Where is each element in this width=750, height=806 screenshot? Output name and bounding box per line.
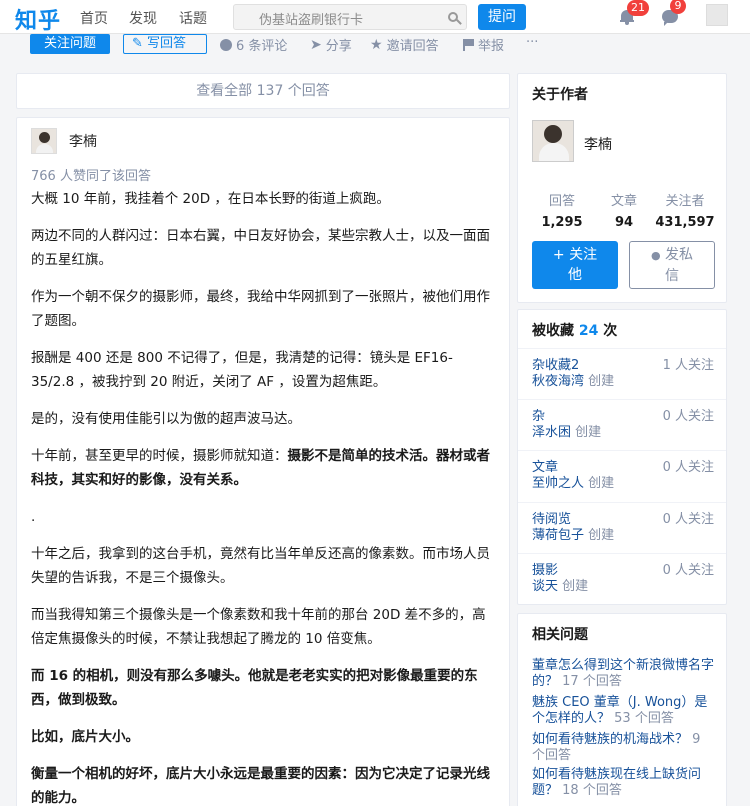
answer-paragraph: 是的，没有使用佳能引以为傲的超声波马达。	[31, 411, 301, 427]
collection-item[interactable]: 杂收藏2 秋夜海湾 创建 1 人关注	[518, 348, 726, 399]
ask-button[interactable]: 提问	[478, 4, 526, 30]
notification-bell-icon[interactable]: 21	[620, 0, 649, 25]
nav-home[interactable]: 首页	[80, 8, 108, 28]
report-label: 举报	[478, 39, 505, 54]
related-question[interactable]: 董章怎么得到这个新浪微博名字的？ 17 个回答	[532, 658, 716, 690]
author-avatar[interactable]	[31, 128, 57, 154]
chat-icon: ●	[650, 249, 661, 262]
share-icon: ➤	[310, 36, 322, 53]
write-answer-label: 写回答	[147, 36, 187, 51]
follow-label-2: 他	[568, 267, 582, 283]
answer-paragraph: 而 16 的相机，则没有那么多噱头。他就是老老实实的把对影像最重要的东西，做到极…	[31, 668, 478, 708]
collection-creator[interactable]: 至帅之人	[532, 476, 584, 491]
follow-question-button[interactable]: 关注问题	[30, 34, 110, 54]
collection-followers: 0 人关注	[662, 563, 714, 578]
message-icon[interactable]: 9	[662, 0, 686, 26]
answer-paragraph: 大概 10 年前，我挂着个 20D ，在日本长野的街道上疯跑。	[31, 191, 390, 207]
send-message-button[interactable]: ● 发私 信	[629, 241, 715, 289]
share-label: 分享	[325, 39, 352, 54]
collection-item[interactable]: 待阅览 薄荷包子 创建 0 人关注	[518, 502, 726, 553]
related-question[interactable]: 如何看待魅族的机海战术？ 9 个回答	[532, 732, 716, 764]
related-questions-heading: 相关问题	[532, 627, 588, 643]
more-button[interactable]: ···	[526, 35, 538, 50]
about-author-card: 关于作者 李楠 回答 1,295 文章 94 关注者 431,597 + 关注 …	[517, 73, 727, 303]
related-question[interactable]: 如何看待魅族现在线上缺货问题？ 18 个回答	[532, 767, 716, 799]
stat-label: 回答	[548, 194, 575, 209]
zhihu-logo[interactable]: 知乎	[15, 3, 61, 35]
stat-value: 94	[614, 215, 634, 230]
answer-body: 大概 10 年前，我挂着个 20D ，在日本长野的街道上疯跑。 两边不同的人群闪…	[31, 187, 493, 806]
flag-icon	[463, 38, 474, 51]
stat-followers[interactable]: 关注者 431,597	[655, 190, 715, 230]
search-input[interactable]: 伪基站盗刷银行卡	[233, 4, 467, 30]
comment-icon	[220, 38, 232, 51]
answer-count: 18 个回答	[562, 783, 622, 798]
report-button[interactable]: 举报	[463, 35, 504, 54]
answer-paragraph: .	[31, 509, 36, 525]
nav-topics[interactable]: 话题	[179, 8, 207, 28]
answer-paragraph: 十年前，甚至更早的时候，摄影师就知道：摄影不是简单的技术活。器材或者科技，其实和…	[31, 444, 493, 492]
follow-author-button[interactable]: + 关注 他	[532, 241, 618, 289]
author-name-sidebar[interactable]: 李楠	[584, 134, 612, 154]
pencil-icon: ✎	[132, 36, 143, 51]
notification-badge: 21	[627, 0, 649, 16]
user-avatar[interactable]	[706, 4, 728, 26]
answer-paragraph: 报酬是 400 还是 800 不记得了，但是，我清楚的记得：镜头是 EF16-3…	[31, 350, 453, 390]
follow-label: + 关注	[552, 247, 598, 263]
collection-item[interactable]: 杂 泽水困 创建 0 人关注	[518, 399, 726, 450]
collection-creator[interactable]: 薄荷包子	[532, 528, 584, 543]
search-icon[interactable]	[448, 12, 458, 22]
message-label: ● 发私	[650, 247, 694, 263]
collection-followers: 0 人关注	[662, 460, 714, 475]
answer-count: 17 个回答	[562, 674, 622, 689]
stat-articles[interactable]: 文章 94	[594, 190, 654, 230]
invite-label: 邀请回答	[386, 39, 439, 54]
answer-count: 53 个回答	[614, 711, 674, 726]
collection-count: 24	[578, 323, 599, 339]
answer-text: 十年前，甚至更早的时候，摄影师就知道：	[31, 448, 288, 464]
stat-label: 文章	[610, 194, 637, 209]
author-name[interactable]: 李楠	[69, 131, 97, 151]
collection-creator[interactable]: 秋夜海湾	[532, 374, 584, 389]
related-questions-card: 相关问题 董章怎么得到这个新浪微博名字的？ 17 个回答 魅族 CEO 董章（J…	[517, 613, 727, 806]
collections-card: 被收藏 24 次 杂收藏2 秋夜海湾 创建 1 人关注 杂 泽水困 创建 0 人…	[517, 309, 727, 605]
share-button[interactable]: ➤ 分享	[310, 35, 352, 55]
answer-paragraph: 而当我得知第三个摄像头是一个像素数和我十年前的那台 20D 差不多的，高倍定焦摄…	[31, 607, 486, 647]
message-label-2: 信	[665, 268, 679, 284]
answer-card: 李楠 766 人赞同了该回答 大概 10 年前，我挂着个 20D ，在日本长野的…	[16, 117, 510, 806]
about-author-heading: 关于作者	[532, 87, 588, 103]
message-badge: 9	[670, 0, 686, 14]
comments-button[interactable]: 6 条评论	[220, 35, 287, 54]
invite-answer-button[interactable]: ★ 邀请回答	[370, 35, 439, 55]
stat-value: 1,295	[541, 215, 583, 230]
answer-paragraph: 十年之后，我拿到的这台手机，竟然有比当年单反还高的像素数。而市场人员失望的告诉我…	[31, 546, 490, 586]
nav-explore[interactable]: 发现	[129, 8, 157, 28]
collection-creator[interactable]: 泽水困	[532, 425, 571, 440]
collections-heading: 被收藏 24 次	[532, 323, 618, 339]
related-question[interactable]: 魅族 CEO 董章（J. Wong）是个怎样的人？ 53 个回答	[532, 695, 716, 727]
stat-answers[interactable]: 回答 1,295	[532, 190, 592, 230]
stat-label: 关注者	[665, 194, 705, 209]
write-answer-button[interactable]: ✎ 写回答	[123, 34, 207, 54]
search-placeholder: 伪基站盗刷银行卡	[259, 13, 364, 28]
view-all-answers-link[interactable]: 查看全部 137 个回答	[16, 73, 510, 109]
collection-creator[interactable]: 谈天	[532, 579, 558, 594]
author-avatar-large[interactable]	[532, 120, 574, 162]
question-action-bar: 关注问题 ✎ 写回答 6 条评论 ➤ 分享 ★ 邀请回答 举报 ···	[0, 34, 750, 56]
collection-item[interactable]: 文章 至帅之人 创建 0 人关注	[518, 450, 726, 501]
top-navigation: 知乎 首页 发现 话题 伪基站盗刷银行卡 提问 21 9	[0, 0, 750, 34]
stat-value: 431,597	[655, 215, 715, 230]
answer-author: 李楠	[31, 128, 97, 154]
comments-label: 6 条评论	[236, 39, 288, 54]
answer-paragraph: 作为一个朝不保夕的摄影师，最终，我给中华网抓到了一张照片，被他们用作了题图。	[31, 289, 490, 329]
collection-item[interactable]: 摄影 谈天 创建 0 人关注	[518, 553, 726, 604]
collection-followers: 0 人关注	[662, 512, 714, 527]
answer-paragraph: 两边不同的人群闪过：日本右翼，中日友好协会，某些宗教人士，以及一面面的五星红旗。	[31, 228, 490, 268]
star-icon: ★	[370, 36, 383, 53]
vote-count: 766 人赞同了该回答	[31, 169, 151, 184]
collection-followers: 0 人关注	[662, 409, 714, 424]
answer-paragraph: 比如，底片大小。	[31, 729, 139, 745]
collection-followers: 1 人关注	[662, 358, 714, 373]
answer-paragraph: 衡量一个相机的好坏，底片大小永远是最重要的因素：因为它决定了记录光线的能力。	[31, 766, 490, 806]
